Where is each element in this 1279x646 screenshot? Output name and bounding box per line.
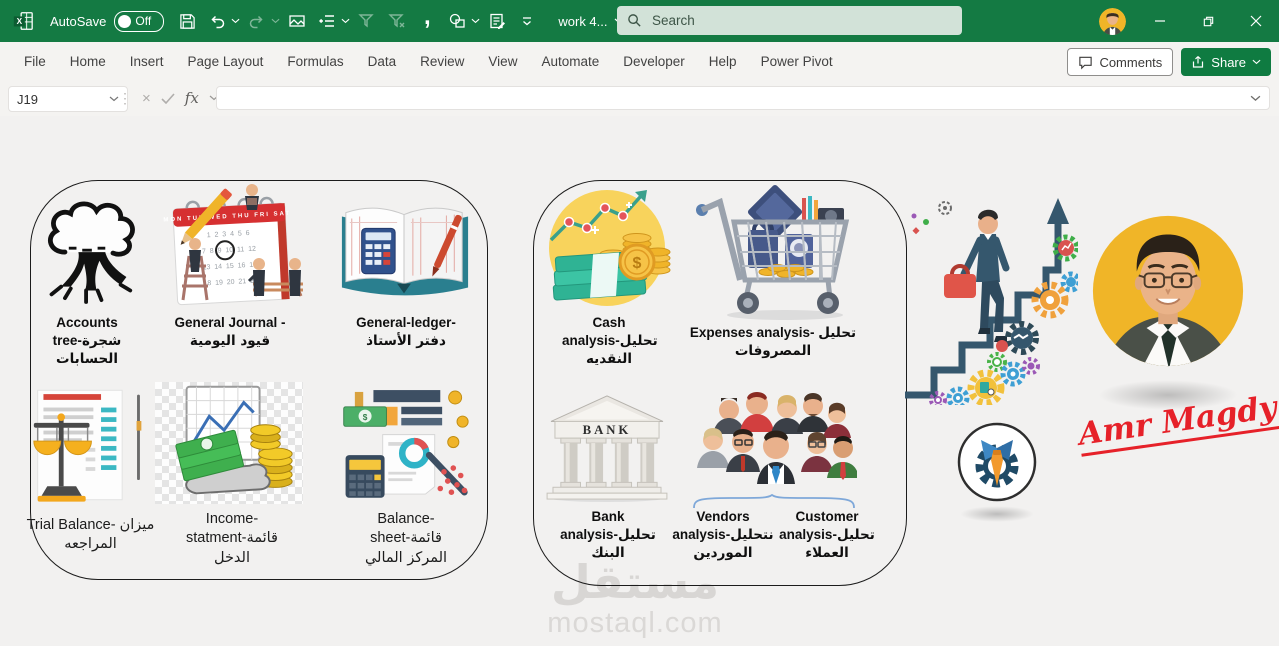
sheet-canvas: مستقل mostaql.com MON TUE WED THU [0, 116, 1279, 646]
label-expenses-analysis-en: Expenses analysis- [690, 325, 818, 340]
label-customer-analysis[interactable]: Customer analysis-تحليل العملاء [772, 508, 882, 562]
quick-access-toolbar: X AutoSave Off [0, 3, 624, 39]
comment-icon [1078, 55, 1093, 70]
label-expenses-analysis[interactable]: Expenses analysis- تحليل المصروفات [660, 324, 886, 360]
comments-button[interactable]: Comments [1067, 48, 1173, 76]
label-bank-analysis[interactable]: Bank analysis-تحليل البنك [560, 508, 656, 562]
label-cash-analysis[interactable]: Cash analysis-تحليل النقديه [562, 314, 656, 368]
label-trial-balance-en: Trial Balance- [27, 517, 116, 533]
accounts-tree-icon[interactable] [40, 200, 136, 308]
insert-function-icon[interactable]: fx [185, 89, 199, 107]
search-input[interactable] [650, 12, 934, 29]
insert-rows-icon[interactable] [314, 7, 340, 35]
insert-rows-dropdown-icon[interactable] [341, 18, 350, 24]
formula-bar-row: J19 ⋮ × fx [0, 81, 1279, 117]
svg-text:X: X [17, 17, 23, 26]
career-growth-illustration [900, 190, 1078, 405]
formula-bar-expand-icon[interactable] [1250, 95, 1261, 102]
svg-text:$: $ [363, 412, 368, 422]
label-general-journal-en: General Journal - [174, 315, 285, 330]
save-icon[interactable] [174, 7, 200, 35]
comma-style-icon[interactable]: , [414, 3, 440, 39]
redo-dropdown-icon [271, 18, 280, 24]
close-button[interactable] [1233, 0, 1279, 42]
autosave-toggle[interactable]: Off [114, 11, 164, 32]
tab-view[interactable]: View [476, 43, 529, 81]
income-statement-icon[interactable] [155, 382, 303, 504]
label-vendors-analysis[interactable]: Vendors analysis-نتحليل الموردين [668, 508, 778, 562]
tab-home[interactable]: Home [58, 43, 118, 81]
excel-app-icon[interactable]: X [10, 7, 36, 35]
title-bar: X AutoSave Off [0, 0, 1279, 42]
tab-developer[interactable]: Developer [611, 43, 697, 81]
share-icon [1191, 55, 1205, 69]
namebox-divider[interactable]: ⋮ [118, 90, 132, 107]
shapes-icon[interactable] [444, 7, 470, 35]
tab-file[interactable]: File [12, 43, 58, 81]
name-box[interactable]: J19 [8, 86, 128, 112]
autosave-label: AutoSave [50, 14, 106, 29]
filter-clear-icon [384, 7, 410, 35]
accounting-logo-badge [955, 420, 1039, 504]
tab-formulas[interactable]: Formulas [275, 43, 355, 81]
bank-analysis-icon[interactable]: BANK [543, 392, 671, 502]
svg-text:$: $ [633, 255, 642, 272]
bank-sign: BANK [583, 423, 632, 437]
general-journal-icon[interactable]: MON TUE WED THU FRI SAT 1 2 3 4 5 6 7 8 … [155, 180, 305, 312]
watermark-domain: mostaql.com [535, 607, 735, 640]
restore-button[interactable] [1185, 0, 1231, 42]
tab-data[interactable]: Data [356, 43, 409, 81]
search-icon [627, 13, 642, 28]
label-bank-analysis-en: Bank analysis- [560, 509, 624, 542]
toggle-knob [118, 15, 131, 28]
autosave-state: Off [135, 14, 151, 28]
expenses-analysis-icon[interactable] [690, 182, 855, 322]
general-ledger-icon[interactable] [336, 202, 474, 306]
label-income-statement[interactable]: Income-statment-قائمة الدخل [182, 510, 282, 568]
document-title[interactable]: work 4... [558, 14, 607, 29]
share-dropdown-icon [1252, 59, 1261, 65]
shapes-dropdown-icon[interactable] [471, 18, 480, 24]
label-general-journal[interactable]: General Journal - قيود اليومية [174, 314, 286, 350]
screenshot-icon[interactable] [284, 7, 310, 35]
cancel-icon: × [142, 90, 151, 107]
name-box-value: J19 [17, 92, 38, 107]
enter-icon [161, 93, 175, 104]
balance-sheet-icon[interactable]: $ [340, 382, 470, 504]
tab-page-layout[interactable]: Page Layout [176, 43, 276, 81]
account-avatar[interactable] [1099, 8, 1126, 35]
label-cash-analysis-en: Cash analysis- [562, 315, 626, 348]
label-trial-balance[interactable]: Trial Balance- ميزان المراجعه [18, 516, 163, 555]
draft-sheet-icon[interactable] [484, 7, 510, 35]
undo-dropdown-icon[interactable] [231, 18, 240, 24]
label-balance-sheet[interactable]: Balance-sheet-قائمة المركز المالي [358, 510, 454, 568]
qat-overflow-icon[interactable] [514, 7, 540, 35]
label-accounts-tree[interactable]: Accounts tree-شجرة الحسابات [37, 314, 137, 368]
tab-power-pivot[interactable]: Power Pivot [749, 43, 845, 81]
excel-window: X AutoSave Off [0, 0, 1279, 646]
label-general-ledger-en: General-ledger- [356, 315, 456, 330]
undo-icon[interactable] [204, 7, 230, 35]
tab-review[interactable]: Review [408, 43, 476, 81]
search-box[interactable] [617, 6, 962, 35]
formula-input[interactable] [216, 86, 1270, 110]
share-label: Share [1211, 55, 1246, 70]
trial-balance-icon[interactable] [30, 382, 150, 508]
redo-icon [244, 7, 270, 35]
customers-vendors-icon[interactable] [695, 388, 857, 492]
tab-insert[interactable]: Insert [118, 43, 176, 81]
tab-automate[interactable]: Automate [529, 43, 611, 81]
filter-reapply-icon [354, 7, 380, 35]
businessman [944, 210, 1007, 342]
badge-shadow [960, 506, 1034, 522]
cash-analysis-icon[interactable]: $ [545, 182, 675, 310]
label-general-journal-ar: قيود اليومية [190, 333, 270, 349]
label-general-ledger-ar: دفتر الأستاذ [366, 333, 446, 349]
tab-help[interactable]: Help [697, 43, 749, 81]
share-button[interactable]: Share [1181, 48, 1271, 76]
label-general-ledger[interactable]: General-ledger- دفتر الأستاذ [352, 314, 460, 350]
comments-label: Comments [1099, 55, 1162, 70]
profile-portrait [1090, 213, 1246, 369]
minimize-button[interactable] [1137, 0, 1183, 42]
